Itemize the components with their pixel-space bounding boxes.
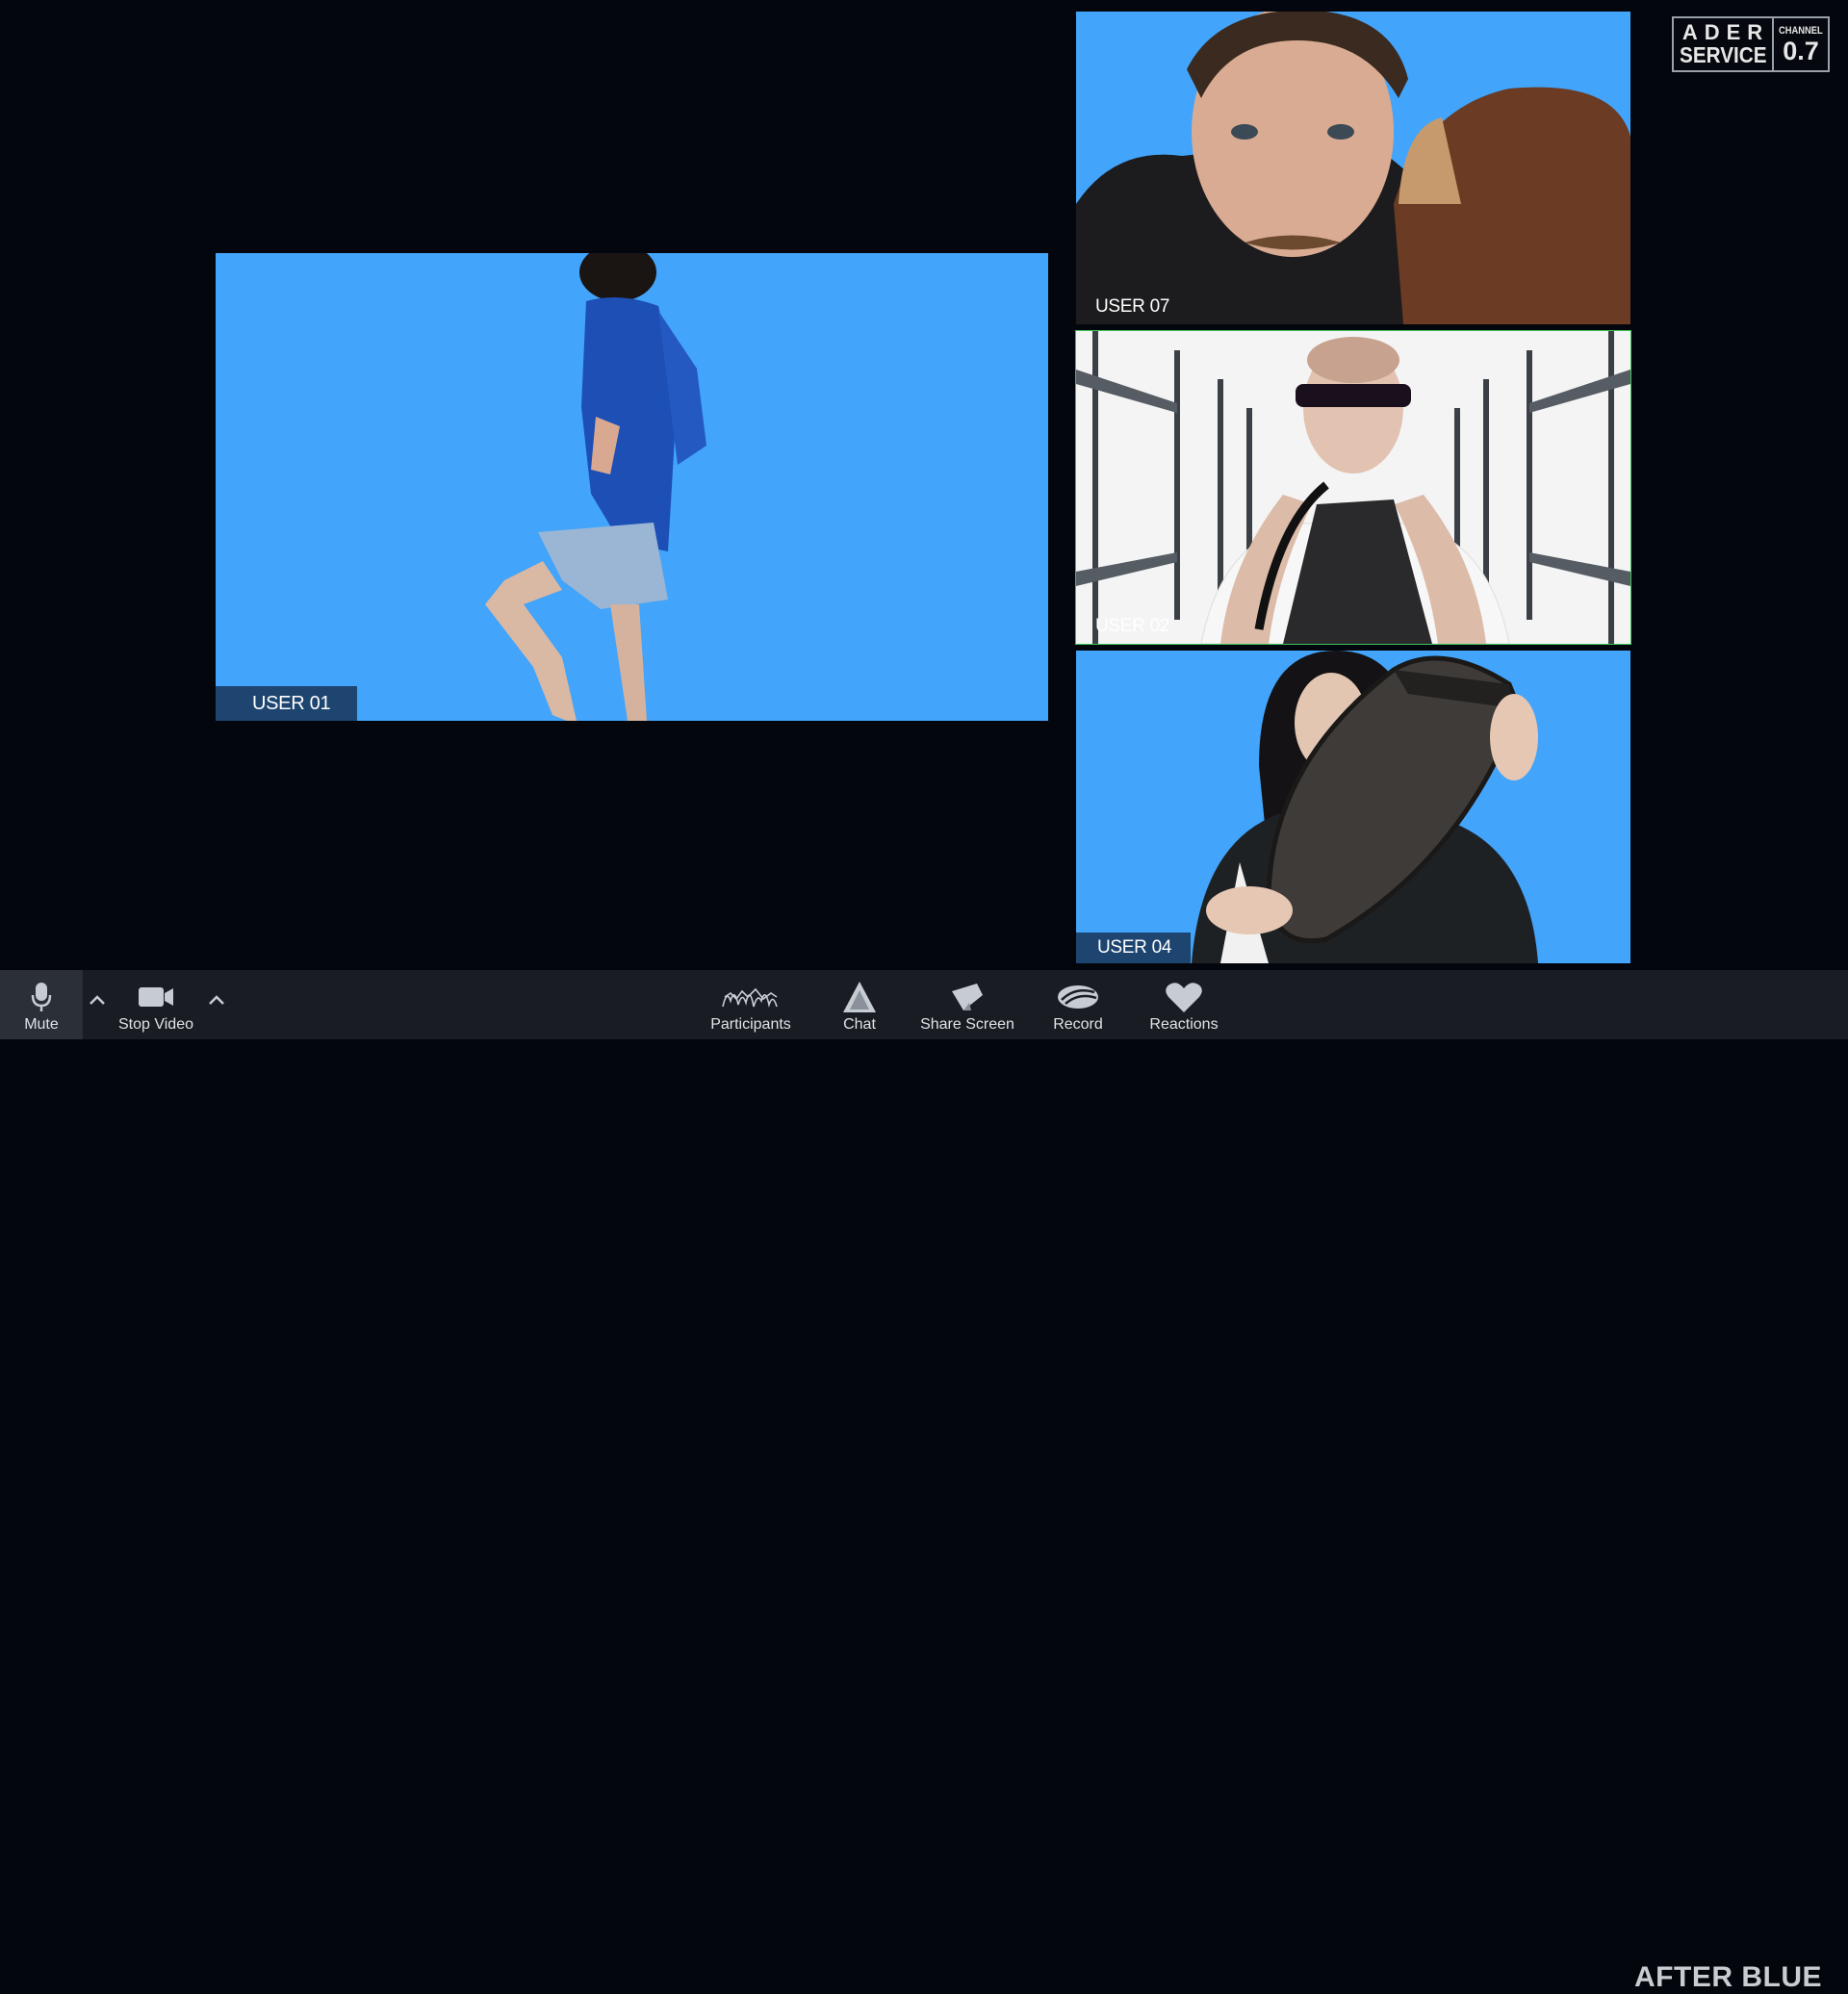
participant-name-label: USER 04 [1076,933,1192,963]
share-screen-button[interactable]: Share Screen [914,970,1020,1039]
stop-video-label: Stop Video [118,1016,193,1033]
chat-label: Chat [843,1016,876,1033]
participant-name-label: USER 07 [1095,296,1170,317]
video-camera-icon [138,978,174,1016]
share-screen-icon [950,978,985,1016]
mute-label: Mute [24,1016,59,1033]
video-tile-user01[interactable]: USER 01 [216,253,1048,721]
microphone-icon [31,978,52,1016]
participants-label: Participants [710,1016,791,1033]
reactions-button[interactable]: Reactions [1136,970,1232,1039]
ader-channel-logo: ADER SERVICE CHANNEL 0.7 [1672,16,1830,72]
participants-icon [721,978,781,1016]
video-options-chevron-up-icon[interactable] [204,987,229,1012]
video-tile-user07[interactable]: USER 07 [1076,12,1630,324]
meeting-controls-toolbar: Mute Stop Video Participants Chat Share … [0,970,1848,1993]
mute-button[interactable]: Mute [0,970,83,1039]
stop-video-button[interactable]: Stop Video [108,970,204,1039]
user04-video-feed [1076,651,1630,963]
logo-line-1: ADER [1681,20,1770,44]
record-button[interactable]: Record [1040,970,1116,1039]
video-tile-user02-active-speaker[interactable]: USER 02 [1075,330,1631,645]
participant-name-label: USER 01 [216,686,358,721]
user01-video-feed [216,253,1048,721]
record-icon [1056,978,1100,1016]
chat-icon [842,978,877,1016]
user02-video-feed [1076,331,1630,644]
logo-channel-number: 0.7 [1783,37,1819,65]
heart-icon [1165,978,1203,1016]
share-screen-label: Share Screen [920,1016,1014,1033]
user07-video-feed [1076,12,1630,324]
participants-button[interactable]: Participants [703,970,799,1039]
logo-channel-label: CHANNEL [1779,25,1823,37]
video-tile-user04[interactable]: USER 04 [1076,651,1630,963]
reactions-label: Reactions [1149,1016,1219,1033]
logo-line-2: SERVICE [1679,42,1767,67]
audio-options-chevron-up-icon[interactable] [85,987,110,1012]
participant-name-label: USER 02 [1095,616,1170,636]
after-blue-brand-text: AFTER BLUE [1634,1961,1822,1993]
chat-button[interactable]: Chat [826,970,893,1039]
record-label: Record [1053,1016,1103,1033]
